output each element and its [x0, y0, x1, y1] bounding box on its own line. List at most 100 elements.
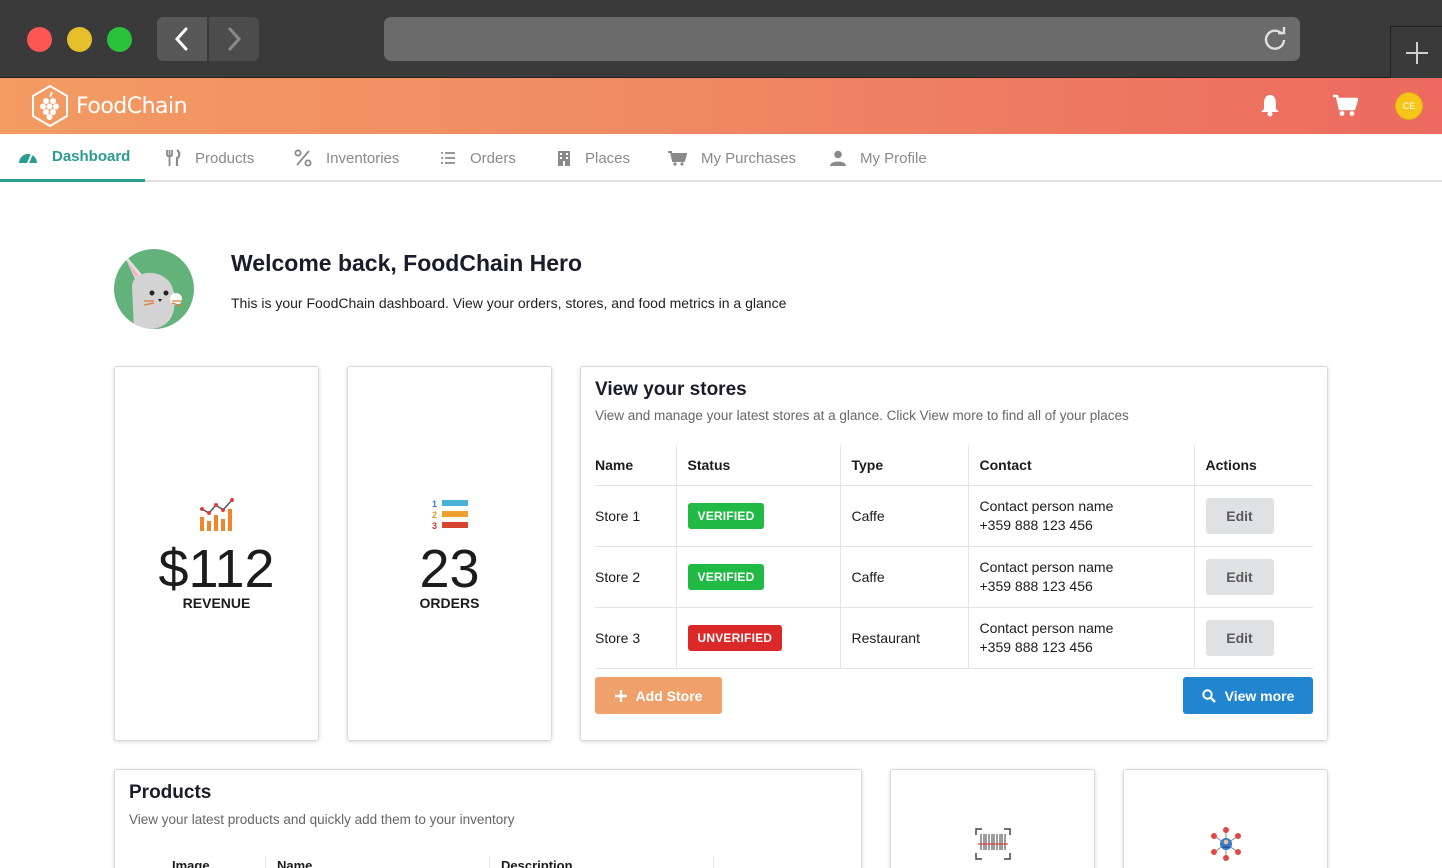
tab-label: Dashboard [52, 148, 131, 165]
view-more-label: View more [1224, 687, 1295, 704]
column-header-description: Description [501, 858, 573, 868]
column-header-image: Image [172, 858, 210, 868]
contact-phone: +359 888 123 456 [979, 516, 1093, 533]
store-name: Store 2 [595, 546, 676, 608]
rabbit-mascot-icon [122, 251, 183, 329]
svg-text:2: 2 [432, 510, 437, 520]
table-row: Store 3 UNVERIFIED Restaurant Contact pe… [595, 607, 1313, 669]
products-subtitle: View your latest products and quickly ad… [129, 812, 515, 827]
revenue-value: $112 [158, 538, 275, 599]
list-icon [441, 152, 455, 164]
address-bar[interactable] [384, 17, 1300, 61]
orders-card: 1 2 3 23 ORDERS [347, 366, 552, 741]
welcome-subtitle: This is your FoodChain dashboard. View y… [231, 295, 787, 311]
add-store-label: Add Store [635, 687, 703, 704]
stores-subtitle: View and manage your latest stores at a … [595, 408, 1129, 423]
shopping-cart-icon[interactable] [1332, 93, 1358, 117]
column-divider [489, 856, 490, 868]
column-divider [265, 856, 266, 868]
orders-label: ORDERS [419, 594, 480, 611]
tab-my-purchases[interactable]: My Purchases [667, 134, 796, 182]
column-header-name: Name [277, 858, 313, 868]
logo-text: FoodChain [76, 93, 188, 119]
store-name: Store 1 [595, 485, 676, 547]
user-avatar[interactable]: CE [1395, 92, 1423, 120]
view-more-button[interactable]: View more [1183, 677, 1313, 714]
column-divider [713, 856, 714, 868]
store-contact: Contact person name +359 888 123 456 [967, 485, 1194, 547]
tab-inventories[interactable]: Inventories [294, 134, 399, 182]
tab-label: Products [195, 149, 255, 167]
app-header: FoodChain [0, 78, 1442, 134]
tab-places[interactable]: Places [557, 134, 630, 182]
table-row: Store 1 VERIFIED Caffe Contact person na… [595, 485, 1313, 547]
tab-label: My Profile [860, 149, 927, 167]
store-contact: Contact person name +359 888 123 456 [967, 607, 1194, 669]
tab-label: Orders [470, 149, 516, 167]
tab-label: My Purchases [701, 149, 797, 167]
contact-phone: +359 888 123 456 [979, 577, 1093, 594]
products-card: Products View your latest products and q… [114, 769, 862, 868]
orders-value: 23 [419, 538, 480, 599]
welcome-title: Welcome back, FoodChain Hero [231, 250, 583, 276]
column-header-name: Name [595, 445, 676, 486]
edit-button[interactable]: Edit [1205, 619, 1274, 656]
products-table-header: Image Name Description [115, 856, 861, 868]
barcode-scan-icon [975, 828, 1011, 860]
status-badge: VERIFIED [687, 563, 765, 590]
revenue-card: $112 REVENUE [114, 366, 319, 741]
chevron-right-icon [228, 27, 242, 51]
close-window-button[interactable] [27, 27, 52, 52]
tab-label: Inventories [326, 149, 400, 167]
status-badge: VERIFIED [687, 502, 765, 529]
store-type: Restaurant [839, 607, 968, 669]
column-header-type: Type [839, 445, 968, 486]
reload-icon[interactable] [1262, 26, 1288, 52]
svg-text:1: 1 [432, 499, 437, 509]
contact-name: Contact person name [979, 619, 1114, 636]
plus-icon [1405, 41, 1428, 64]
maximize-window-button[interactable] [107, 27, 132, 52]
forward-button[interactable] [209, 17, 259, 61]
column-header-status: Status [675, 445, 840, 486]
utensils-icon [166, 149, 181, 166]
tab-my-profile[interactable]: My Profile [830, 134, 927, 182]
grape-logo-icon [32, 84, 68, 128]
plus-icon [614, 689, 627, 702]
products-title: Products [129, 782, 212, 803]
column-header-contact: Contact [967, 445, 1194, 486]
dashboard-icon [19, 153, 37, 163]
stores-card: View your stores View and manage your la… [580, 366, 1328, 741]
bar-chart-icon [199, 497, 234, 531]
status-badge: UNVERIFIED [687, 624, 783, 651]
logo[interactable]: FoodChain [30, 84, 188, 128]
tab-orders[interactable]: Orders [440, 134, 516, 182]
stores-title: View your stores [595, 379, 747, 400]
tab-dashboard[interactable]: Dashboard [0, 134, 145, 182]
stores-table: Name Status Type Contact Actions Store 1… [595, 445, 1313, 669]
barcode-card [890, 769, 1095, 868]
store-type: Caffe [839, 546, 968, 608]
edit-button[interactable]: Edit [1205, 497, 1274, 534]
revenue-label: REVENUE [182, 594, 251, 611]
svg-text:3: 3 [432, 521, 437, 531]
new-tab-button[interactable] [1390, 26, 1442, 78]
store-type: Caffe [839, 485, 968, 547]
building-icon [558, 151, 570, 166]
hero-avatar [114, 249, 194, 329]
store-name: Store 3 [595, 607, 676, 669]
back-button[interactable] [157, 17, 207, 61]
add-store-button[interactable]: Add Store [595, 677, 722, 714]
tab-products[interactable]: Products [165, 134, 254, 182]
network-card [1123, 769, 1328, 868]
minimize-window-button[interactable] [67, 27, 92, 52]
store-contact: Contact person name +359 888 123 456 [967, 546, 1194, 608]
people-network-icon [1211, 827, 1241, 861]
contact-name: Contact person name [979, 558, 1114, 575]
contact-name: Contact person name [979, 497, 1114, 514]
user-icon [830, 150, 846, 166]
edit-button[interactable]: Edit [1205, 558, 1274, 595]
bell-icon[interactable] [1260, 93, 1280, 117]
table-row: Store 2 VERIFIED Caffe Contact person na… [595, 546, 1313, 608]
numbered-list-icon: 1 2 3 [432, 499, 468, 531]
